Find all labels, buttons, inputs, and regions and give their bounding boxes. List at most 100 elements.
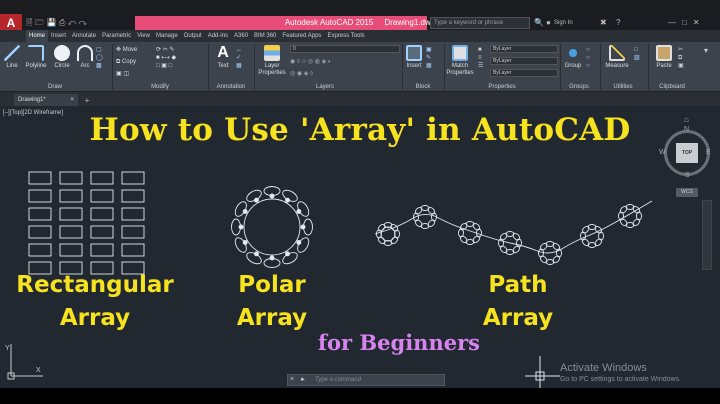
tab-parametric[interactable]: Parametric bbox=[99, 30, 134, 42]
close-tab-icon[interactable]: × bbox=[70, 94, 74, 106]
compass-north[interactable]: N bbox=[684, 126, 689, 133]
help-icon[interactable]: ? bbox=[616, 18, 620, 28]
path-flower-petal bbox=[472, 222, 481, 231]
tab-output[interactable]: Output bbox=[181, 30, 205, 42]
array-rectangle bbox=[90, 171, 114, 185]
compass-south[interactable]: S bbox=[685, 172, 690, 179]
tab-add-ins[interactable]: Add-ins bbox=[205, 30, 231, 42]
group-button[interactable]: Group bbox=[562, 45, 584, 70]
rectangular-array-label: Rectangular Array bbox=[10, 269, 180, 335]
path-first-item-circle bbox=[380, 226, 396, 242]
compass-east[interactable]: E bbox=[706, 149, 711, 156]
arc-button[interactable]: Arc bbox=[76, 45, 94, 70]
layer-tools-2[interactable]: ◎ ◉ ◈ ◊ bbox=[290, 70, 313, 78]
exchange-icon[interactable]: ✖ bbox=[600, 18, 607, 28]
text-icon: A bbox=[217, 44, 229, 61]
tab-manage[interactable]: Manage bbox=[153, 30, 181, 42]
sign-in-button[interactable]: Sign In bbox=[554, 18, 573, 28]
utilities-panel-label[interactable]: Utilities bbox=[601, 83, 645, 92]
modify-tools[interactable]: ⟳ ✂ ✎ ■ ⟷ ◆ □ ▣ □ bbox=[156, 46, 176, 70]
path-flower-petal bbox=[427, 219, 436, 228]
group-icon bbox=[565, 45, 581, 61]
path-flower-petal bbox=[594, 238, 603, 247]
rectangular-label-line2: Array bbox=[59, 305, 131, 331]
path-flower-petal bbox=[619, 205, 628, 214]
tab-featured-apps[interactable]: Featured Apps bbox=[279, 30, 324, 42]
tab-insert[interactable]: Insert bbox=[48, 30, 69, 42]
move-button[interactable]: ✥ Move bbox=[116, 46, 137, 54]
home-icon[interactable]: ⌂ bbox=[684, 115, 689, 124]
tab-express-tools[interactable]: Express Tools bbox=[324, 30, 367, 42]
clipboard-panel-label[interactable]: Clipboard bbox=[650, 83, 694, 92]
text-label: Text bbox=[217, 63, 229, 69]
command-history-icon[interactable]: ► bbox=[300, 376, 308, 384]
tab-bim-360[interactable]: BIM 360 bbox=[251, 30, 279, 42]
layers-icon bbox=[264, 45, 280, 61]
paste-button[interactable]: Paste bbox=[652, 45, 676, 70]
layer-properties-button[interactable]: Layer Properties bbox=[257, 45, 287, 77]
tab-annotate[interactable]: Annotate bbox=[69, 30, 99, 42]
match-properties-button[interactable]: Match Properties bbox=[446, 45, 474, 77]
compass-west[interactable]: W bbox=[659, 149, 666, 156]
copy-button[interactable]: ⧉ Copy bbox=[116, 58, 136, 66]
block-panel-label[interactable]: Block bbox=[403, 83, 443, 92]
insert-button[interactable]: Insert bbox=[404, 45, 424, 70]
path-flower-petal bbox=[632, 218, 641, 227]
layers-panel-label[interactable]: Layers bbox=[255, 83, 395, 92]
search-input[interactable]: Type a keyword or phrase bbox=[430, 17, 530, 29]
command-input[interactable]: Type a command bbox=[312, 375, 442, 385]
draw-panel-label[interactable]: Draw bbox=[0, 83, 110, 92]
file-tab-drawing1[interactable]: Drawing1* × bbox=[14, 94, 78, 106]
layer-tools[interactable]: ◉ ◊ ▱ ◎ ◍ ◈ ◐ bbox=[290, 58, 332, 66]
group-tools[interactable]: ○ ○ ○ bbox=[586, 46, 590, 70]
quick-access-toolbar[interactable]: 🗎 🗁 💾 ⎙ ↶ ↷ bbox=[26, 18, 87, 28]
circle-button[interactable]: Circle bbox=[51, 45, 73, 70]
text-button[interactable]: A Text bbox=[212, 45, 234, 70]
crosshair-cursor bbox=[525, 356, 560, 388]
annotation-tools[interactable]: ↔ ✓ ▦ bbox=[236, 46, 242, 70]
block-tools[interactable]: ▣ ✎ ▦ bbox=[426, 46, 432, 70]
utilities-tools[interactable]: □ ▧ bbox=[634, 46, 640, 62]
clipboard-tools[interactable]: ✂ ⧉ ▣ bbox=[678, 46, 684, 70]
path-flower-petal bbox=[632, 205, 641, 214]
groups-panel-label[interactable]: Groups bbox=[561, 83, 597, 92]
ribbon-options-icon[interactable]: ▾ bbox=[704, 46, 708, 55]
search-icon[interactable]: 🔍 bbox=[534, 18, 544, 28]
polar-loop-knot bbox=[254, 251, 259, 257]
bylayer-lineweight: ByLayer bbox=[493, 70, 512, 76]
measure-button[interactable]: Measure bbox=[602, 45, 632, 70]
linetype-dropdown[interactable]: ByLayer bbox=[490, 57, 558, 65]
path-flower-petal bbox=[581, 238, 590, 247]
tab-a360[interactable]: A360 bbox=[231, 30, 251, 42]
paste-label: Paste bbox=[656, 63, 672, 69]
path-array-label: Path Array bbox=[468, 269, 568, 335]
viewcube-top-face[interactable]: TOP bbox=[676, 143, 698, 163]
insert-label: Insert bbox=[406, 63, 422, 69]
tab-view[interactable]: View bbox=[134, 30, 153, 42]
polyline-button[interactable]: Polyline bbox=[23, 45, 49, 70]
path-flower-petal bbox=[539, 242, 548, 251]
properties-panel-label[interactable]: Properties bbox=[445, 83, 559, 92]
polar-loop-knot bbox=[238, 224, 244, 230]
new-tab-button[interactable]: + bbox=[82, 96, 92, 106]
tab-home[interactable]: Home bbox=[26, 30, 49, 42]
line-button[interactable]: Line bbox=[3, 45, 21, 70]
array-rectangle bbox=[121, 225, 145, 239]
draw-tools-icon[interactable]: ▢ ◯ ▩ bbox=[96, 46, 110, 70]
color-dropdown[interactable]: ByLayer bbox=[490, 45, 558, 53]
wcs-menu[interactable]: WCS bbox=[676, 188, 698, 197]
polar-array bbox=[231, 186, 313, 268]
array-rectangle bbox=[28, 243, 52, 257]
modify-panel-label[interactable]: Modify bbox=[113, 83, 207, 92]
lineweight-dropdown[interactable]: ByLayer bbox=[490, 69, 558, 77]
annotation-panel-label[interactable]: Annotation bbox=[209, 83, 253, 92]
close-command-icon[interactable]: × bbox=[290, 375, 298, 385]
layer-dropdown[interactable]: 0 bbox=[290, 45, 400, 53]
navigation-bar[interactable] bbox=[702, 200, 712, 270]
path-flower-petal bbox=[427, 206, 436, 215]
polyline-icon bbox=[28, 45, 44, 61]
window-controls[interactable]: —□✕ bbox=[668, 18, 720, 28]
arc-icon bbox=[77, 45, 93, 61]
polar-center-circle bbox=[243, 198, 301, 256]
stretch-button[interactable]: ▣ ◫ bbox=[116, 70, 129, 78]
